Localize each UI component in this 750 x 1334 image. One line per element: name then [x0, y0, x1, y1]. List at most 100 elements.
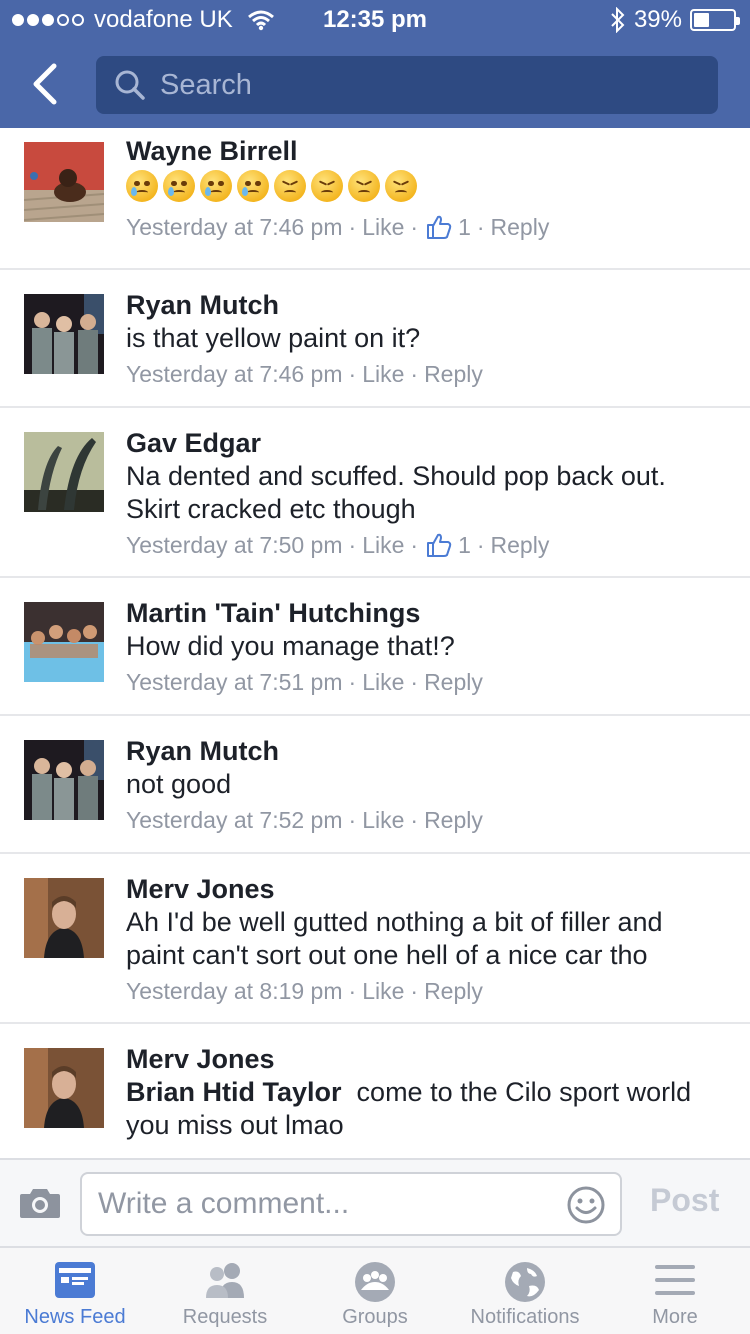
- persevering-face-emoji-icon: [311, 170, 343, 202]
- reply-button[interactable]: Reply: [491, 212, 550, 242]
- comment-item: Wayne Birrell Yesterday at 7:46 pm · Lik…: [0, 128, 750, 270]
- avatar[interactable]: [24, 878, 104, 958]
- comment-meta: Yesterday at 7:51 pm · Like · Reply: [126, 667, 483, 697]
- tab-notifications[interactable]: Notifications: [450, 1248, 600, 1334]
- comment-timestamp: Yesterday at 7:46 pm: [126, 214, 343, 240]
- avatar[interactable]: [24, 142, 104, 222]
- comment-item: Gav Edgar Na dented and scuffed. Should …: [0, 408, 750, 578]
- persevering-face-emoji-icon: [385, 170, 417, 202]
- tab-groups[interactable]: Groups: [300, 1248, 450, 1334]
- search-input[interactable]: [160, 56, 700, 114]
- comment-text: not good: [126, 769, 232, 799]
- avatar[interactable]: [24, 294, 104, 374]
- comment-meta: Yesterday at 8:19 pm · Like · Reply: [126, 976, 483, 1006]
- comment-timestamp: Yesterday at 7:50 pm: [126, 532, 343, 558]
- back-button[interactable]: [26, 60, 70, 108]
- comment-author[interactable]: Merv Jones: [126, 872, 726, 906]
- comment-composer: Post: [0, 1158, 750, 1246]
- comment-author[interactable]: Martin 'Tain' Hutchings: [126, 596, 726, 630]
- top-bar: vodafone UK 12:35 pm 39%: [0, 0, 750, 128]
- persevering-face-emoji-icon: [274, 170, 306, 202]
- search-icon: [115, 70, 145, 100]
- comment-author[interactable]: Ryan Mutch: [126, 288, 726, 322]
- comment-timestamp: Yesterday at 7:52 pm: [126, 807, 343, 833]
- globe-icon: [505, 1262, 545, 1302]
- reply-button[interactable]: Reply: [424, 805, 483, 835]
- news-feed-icon: [55, 1262, 95, 1298]
- comment-author[interactable]: Gav Edgar: [126, 426, 726, 460]
- comment-item: Ryan Mutch not good Yesterday at 7:52 pm…: [0, 716, 750, 854]
- like-button[interactable]: Like: [362, 359, 404, 389]
- comment-field[interactable]: [80, 1172, 622, 1236]
- like-count: 1: [458, 214, 471, 240]
- friend-requests-icon: [206, 1263, 244, 1298]
- like-count-thumbs-up-icon: [427, 533, 452, 557]
- like-button[interactable]: Like: [362, 805, 404, 835]
- comment-author[interactable]: Wayne Birrell: [126, 134, 726, 168]
- groups-icon: [355, 1262, 395, 1302]
- comment-text: Ah I'd be well gutted nothing a bit of f…: [126, 907, 663, 970]
- comment-author[interactable]: Ryan Mutch: [126, 734, 726, 768]
- comments-list: Wayne Birrell Yesterday at 7:46 pm · Lik…: [0, 128, 750, 1158]
- comment-timestamp: Yesterday at 7:51 pm: [126, 669, 343, 695]
- comment-text: Na dented and scuffed. Should pop back o…: [126, 461, 666, 524]
- persevering-face-emoji-icon: [348, 170, 380, 202]
- smiley-icon: [567, 1186, 605, 1224]
- comment-item: Merv Jones Brian Htid Taylor come to the…: [0, 1024, 750, 1158]
- camera-button[interactable]: [18, 1186, 62, 1225]
- crying-face-emoji-icon: [126, 170, 158, 202]
- chevron-left-icon: [33, 63, 57, 105]
- post-button[interactable]: Post: [650, 1182, 719, 1219]
- camera-icon: [20, 1189, 60, 1218]
- comment-author[interactable]: Merv Jones: [126, 1042, 726, 1076]
- like-button[interactable]: Like: [362, 212, 404, 242]
- crying-face-emoji-icon: [200, 170, 232, 202]
- tab-bar: News Feed Requests Groups Notifications: [0, 1246, 750, 1334]
- like-count-thumbs-up-icon: [427, 215, 452, 239]
- avatar[interactable]: [24, 740, 104, 820]
- comment-text: How did you manage that!?: [126, 631, 455, 661]
- tab-label: News Feed: [24, 1306, 126, 1328]
- crying-face-emoji-icon: [163, 170, 195, 202]
- mentioned-user[interactable]: Brian Htid Taylor: [126, 1077, 342, 1107]
- tab-label: Groups: [342, 1306, 408, 1328]
- reply-button[interactable]: Reply: [424, 976, 483, 1006]
- reply-button[interactable]: Reply: [424, 667, 483, 697]
- comment-text: Brian Htid Taylor come to the Cilo sport…: [126, 1076, 726, 1142]
- tab-label: Requests: [182, 1306, 268, 1328]
- tab-label: Notifications: [470, 1306, 580, 1328]
- comment-timestamp: Yesterday at 8:19 pm: [126, 978, 343, 1004]
- tab-news-feed[interactable]: News Feed: [0, 1248, 150, 1334]
- tab-requests[interactable]: Requests: [150, 1248, 300, 1334]
- avatar[interactable]: [24, 432, 104, 512]
- status-bar: vodafone UK 12:35 pm 39%: [0, 0, 750, 40]
- comment-item: Merv Jones Ah I'd be well gutted nothing…: [0, 854, 750, 1024]
- comment-text: is that yellow paint on it?: [126, 323, 421, 353]
- like-button[interactable]: Like: [362, 530, 404, 560]
- comment-meta: Yesterday at 7:50 pm · Like · 1 · Reply: [126, 530, 550, 560]
- menu-icon: [655, 1265, 695, 1295]
- tab-more[interactable]: More: [600, 1248, 750, 1334]
- like-button[interactable]: Like: [362, 667, 404, 697]
- bluetooth-icon: [611, 7, 625, 33]
- tab-label: More: [652, 1306, 698, 1328]
- like-count: 1: [458, 532, 471, 558]
- comment-meta: Yesterday at 7:46 pm · Like · 1 · Reply: [126, 212, 550, 242]
- avatar[interactable]: [24, 1048, 104, 1128]
- comment-emojis: [126, 170, 726, 202]
- sticker-button[interactable]: [566, 1185, 606, 1230]
- comment-timestamp: Yesterday at 7:46 pm: [126, 361, 343, 387]
- reply-button[interactable]: Reply: [491, 530, 550, 560]
- like-button[interactable]: Like: [362, 976, 404, 1006]
- avatar[interactable]: [24, 602, 104, 682]
- comment-meta: Yesterday at 7:46 pm · Like · Reply: [126, 359, 483, 389]
- comment-input[interactable]: [98, 1174, 558, 1234]
- comment-meta: Yesterday at 7:52 pm · Like · Reply: [126, 805, 483, 835]
- comment-item: Martin 'Tain' Hutchings How did you mana…: [0, 578, 750, 716]
- reply-button[interactable]: Reply: [424, 359, 483, 389]
- battery-icon: [690, 9, 740, 31]
- crying-face-emoji-icon: [237, 170, 269, 202]
- comment-item: Ryan Mutch is that yellow paint on it? Y…: [0, 270, 750, 408]
- search-bar[interactable]: [96, 56, 718, 114]
- battery-percentage: 39%: [633, 6, 682, 33]
